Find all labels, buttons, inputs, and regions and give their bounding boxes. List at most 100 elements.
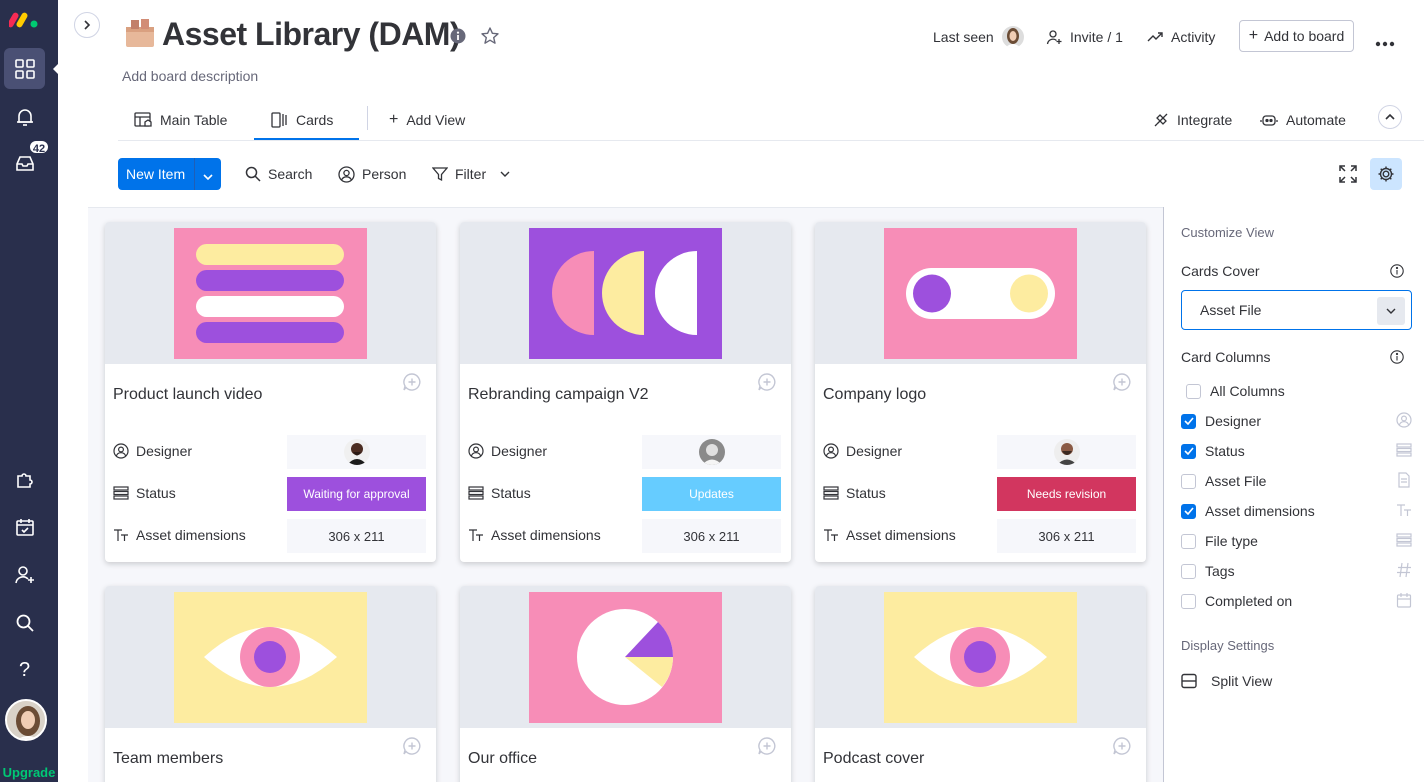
add-update-icon[interactable]: [402, 372, 422, 397]
cards-cover-dropdown[interactable]: Asset File: [1181, 290, 1412, 330]
checkbox[interactable]: [1186, 383, 1201, 399]
designer-value[interactable]: [642, 435, 781, 469]
card[interactable]: Product launch video Designer Status Wai…: [105, 222, 436, 562]
status-pill[interactable]: Needs revision: [997, 477, 1136, 511]
upgrade-link[interactable]: Upgrade: [0, 765, 58, 780]
avatar[interactable]: [5, 699, 47, 741]
card[interactable]: Our office: [460, 586, 791, 782]
filter-label: Filter: [455, 166, 487, 182]
person-filter-button[interactable]: Person: [338, 163, 406, 185]
dimensions-row: Asset dimensions 306 x 211: [468, 519, 783, 553]
info-icon[interactable]: [1390, 264, 1404, 283]
tab-cards[interactable]: Cards: [270, 100, 333, 140]
checkbox[interactable]: [1181, 593, 1196, 609]
column-toggle-all[interactable]: All Columns: [1186, 379, 1417, 403]
split-view-option[interactable]: Split View: [1181, 673, 1272, 689]
puzzle-icon[interactable]: [4, 458, 45, 499]
checkbox[interactable]: [1181, 473, 1196, 489]
card[interactable]: Rebranding campaign V2 Designer Status U…: [460, 222, 791, 562]
dimensions-value[interactable]: 306 x 211: [997, 519, 1136, 553]
text-type-icon: [824, 529, 838, 541]
invite-button[interactable]: Invite / 1: [1046, 26, 1123, 48]
card-title[interactable]: Company logo: [823, 386, 926, 404]
new-item-label: New Item: [126, 166, 186, 182]
status-lines-icon: [113, 486, 129, 500]
chevron-down-icon[interactable]: [202, 169, 214, 185]
star-icon[interactable]: [480, 26, 500, 51]
cards-area: Product launch video Designer Status Wai…: [88, 207, 1163, 782]
column-toggle-designer[interactable]: Designer: [1181, 409, 1412, 433]
filter-button[interactable]: Filter: [432, 163, 511, 185]
column-label: Asset dimensions: [1205, 503, 1315, 519]
info-icon[interactable]: [1390, 350, 1404, 369]
card-title[interactable]: Product launch video: [113, 386, 262, 404]
add-person-icon[interactable]: [4, 554, 45, 595]
automate-button[interactable]: Automate: [1260, 100, 1346, 140]
column-toggle-file-type[interactable]: File type: [1181, 529, 1412, 553]
info-icon[interactable]: [450, 28, 466, 49]
collapse-panel-button[interactable]: [74, 12, 100, 38]
display-settings-heading: Display Settings: [1181, 638, 1275, 653]
dimensions-value[interactable]: 306 x 211: [287, 519, 426, 553]
checkbox[interactable]: [1181, 563, 1196, 579]
integrate-button[interactable]: Integrate: [1153, 100, 1232, 140]
checkbox-checked[interactable]: [1181, 503, 1196, 519]
add-view-button[interactable]: + Add View: [389, 100, 465, 140]
new-item-button[interactable]: New Item: [118, 158, 221, 190]
checkbox-checked[interactable]: [1181, 413, 1196, 429]
card-title[interactable]: Team members: [113, 750, 223, 768]
fullscreen-icon[interactable]: [1339, 165, 1357, 188]
status-pill[interactable]: Updates: [642, 477, 781, 511]
last-seen-label: Last seen: [933, 29, 994, 45]
designer-label: Designer: [113, 443, 192, 459]
board-description[interactable]: Add board description: [122, 68, 258, 84]
card-title[interactable]: Our office: [468, 750, 537, 768]
person-circle-icon: [338, 165, 355, 183]
column-toggle-status[interactable]: Status: [1181, 439, 1412, 463]
last-seen[interactable]: Last seen: [933, 26, 1024, 48]
hashtag-icon: [1396, 562, 1412, 581]
add-to-board-label: Add to board: [1264, 28, 1345, 44]
card[interactable]: Team members: [105, 586, 436, 782]
tab-main-table[interactable]: Main Table: [134, 100, 227, 140]
column-toggle-tags[interactable]: Tags: [1181, 559, 1412, 583]
add-update-icon[interactable]: [402, 736, 422, 761]
table-home-icon: [134, 112, 152, 127]
help-icon[interactable]: ?: [4, 650, 45, 691]
add-update-icon[interactable]: [1112, 372, 1132, 397]
status-pill[interactable]: Waiting for approval: [287, 477, 426, 511]
dimensions-value[interactable]: 306 x 211: [642, 519, 781, 553]
card-title[interactable]: Rebranding campaign V2: [468, 386, 649, 404]
add-update-icon[interactable]: [1112, 736, 1132, 761]
checkbox[interactable]: [1181, 533, 1196, 549]
column-toggle-asset-file[interactable]: Asset File: [1181, 469, 1412, 493]
column-toggle-asset-dimensions[interactable]: Asset dimensions: [1181, 499, 1412, 523]
home-icon[interactable]: [4, 48, 45, 89]
add-update-icon[interactable]: [757, 372, 777, 397]
chevron-down-icon[interactable]: [1377, 297, 1405, 325]
file-icon: [1396, 472, 1412, 491]
search-icon[interactable]: [4, 602, 45, 643]
settings-button[interactable]: [1370, 158, 1402, 190]
designer-value[interactable]: [997, 435, 1136, 469]
designer-value[interactable]: [287, 435, 426, 469]
chevron-down-icon[interactable]: [499, 169, 511, 179]
add-to-board-button[interactable]: + Add to board: [1239, 20, 1354, 52]
more-menu-icon[interactable]: [1375, 34, 1395, 52]
logo-icon[interactable]: [7, 8, 41, 35]
collapse-header-button[interactable]: [1378, 105, 1402, 129]
column-toggle-completed-on[interactable]: Completed on: [1181, 589, 1412, 613]
card-title[interactable]: Podcast cover: [823, 750, 924, 768]
status-label-text: Status: [136, 485, 176, 501]
bell-icon[interactable]: [4, 96, 45, 137]
checkbox-checked[interactable]: [1181, 443, 1196, 459]
designer-label-text: Designer: [491, 443, 548, 459]
card[interactable]: Company logo Designer Status Needs revis…: [815, 222, 1146, 562]
add-update-icon[interactable]: [757, 736, 777, 761]
invite-label: Invite / 1: [1070, 29, 1123, 45]
search-button[interactable]: Search: [245, 163, 312, 185]
activity-button[interactable]: Activity: [1147, 26, 1215, 48]
calendar-check-icon[interactable]: [4, 506, 45, 547]
status-label-text: Status: [491, 485, 531, 501]
card[interactable]: Podcast cover: [815, 586, 1146, 782]
